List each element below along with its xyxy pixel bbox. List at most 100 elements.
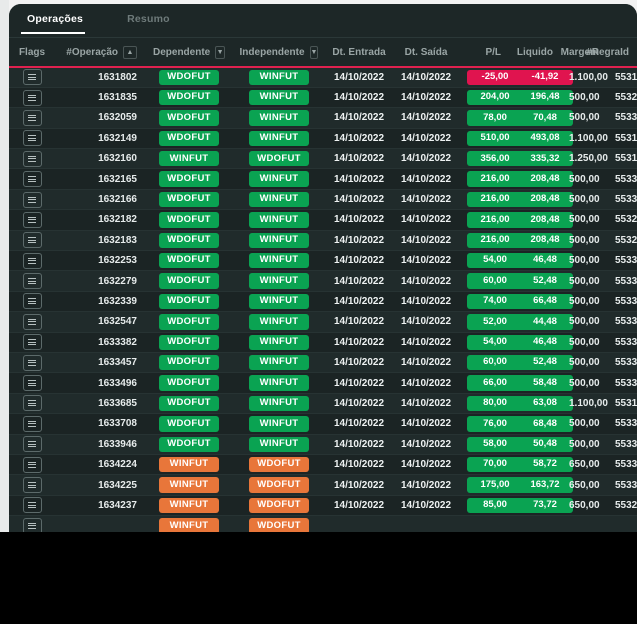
- row-menu-icon[interactable]: [22, 354, 42, 371]
- tab-resumo[interactable]: Resumo: [121, 4, 184, 33]
- sort-ascending-icon[interactable]: ▲: [123, 45, 137, 59]
- col-header-dt-saida[interactable]: Dt. Saída: [393, 38, 459, 68]
- col-header-dt-entrada[interactable]: Dt. Entrada: [325, 38, 393, 68]
- col-header-independente[interactable]: Independente ▼: [233, 38, 325, 68]
- col-header-operacao[interactable]: #Operação ▲: [55, 38, 145, 68]
- cell-operacao: 1632165: [55, 168, 145, 190]
- row-menu-icon[interactable]: [22, 517, 42, 532]
- chevron-down-icon[interactable]: ▼: [215, 45, 225, 59]
- table-row[interactable]: 1633685 WDOFUT WINFUT 14/10/2022 14/10/2022 8…: [9, 393, 637, 415]
- cell-independente: WDOFUT: [233, 515, 325, 532]
- cell-dt-saida: 14/10/2022: [393, 168, 459, 190]
- cell-dt-saida: 14/10/2022: [393, 148, 459, 170]
- table-row[interactable]: 1632059 WDOFUT WINFUT 14/10/2022 14/10/2022 7…: [9, 107, 637, 129]
- cell-pl: 510,00: [459, 128, 523, 150]
- row-menu-icon[interactable]: [22, 109, 42, 126]
- cell-independente: WINFUT: [233, 413, 325, 435]
- tab-resumo-label: Resumo: [127, 13, 170, 25]
- row-menu-icon[interactable]: [22, 293, 42, 310]
- cell-dt-entrada: 14/10/2022: [325, 107, 393, 129]
- badge-independente: WINFUT: [249, 273, 309, 289]
- tab-operacoes[interactable]: Operações: [21, 4, 97, 34]
- cell-dt-saida: 14/10/2022: [393, 495, 459, 517]
- badge-independente: WINFUT: [249, 130, 309, 147]
- row-menu-icon[interactable]: [22, 232, 42, 249]
- pill-pl: 216,00: [467, 171, 523, 187]
- table-row[interactable]: 1632149 WDOFUT WINFUT 14/10/2022 14/10/2022 5…: [9, 128, 637, 150]
- table-row[interactable]: 1633457 WDOFUT WINFUT 14/10/2022 14/10/2022 6…: [9, 352, 637, 374]
- row-menu-icon[interactable]: [22, 273, 42, 290]
- row-menu-icon[interactable]: [22, 89, 42, 106]
- table-row[interactable]: WINFUT WDOFUT: [9, 515, 637, 532]
- table-row[interactable]: 1632547 WDOFUT WINFUT 14/10/2022 14/10/2022 5…: [9, 311, 637, 333]
- table-row[interactable]: 1632160 WINFUT WDOFUT 14/10/2022 14/10/2022 3…: [9, 148, 637, 170]
- row-menu-icon[interactable]: [22, 191, 42, 208]
- table-row[interactable]: 1632165 WDOFUT WINFUT 14/10/2022 14/10/2022 2…: [9, 168, 637, 190]
- row-menu-icon[interactable]: [22, 456, 42, 473]
- row-flags-cell: [9, 291, 55, 313]
- cell-independente: WDOFUT: [233, 454, 325, 476]
- cell-pl: 74,00: [459, 291, 523, 313]
- row-menu-icon[interactable]: [22, 171, 42, 188]
- col-label-independente: Independente: [239, 46, 305, 58]
- table-row[interactable]: 1633946 WDOFUT WINFUT 14/10/2022 14/10/2022 5…: [9, 434, 637, 455]
- cell-dt-saida: 14/10/2022: [393, 291, 459, 313]
- row-menu-icon[interactable]: [22, 415, 42, 432]
- cell-regraid: 5533: [607, 474, 637, 496]
- row-menu-icon[interactable]: [22, 252, 42, 269]
- table-row[interactable]: 1632166 WDOFUT WINFUT 14/10/2022 14/10/2022 2…: [9, 189, 637, 211]
- table-row[interactable]: 1632279 WDOFUT WINFUT 14/10/2022 14/10/2022 6…: [9, 270, 637, 292]
- row-menu-icon[interactable]: [22, 395, 42, 412]
- col-header-dependente[interactable]: Dependente ▼: [145, 38, 233, 68]
- badge-dependente: WDOFUT: [159, 395, 219, 412]
- chevron-down-icon[interactable]: ▼: [309, 45, 319, 59]
- cell-dependente: WDOFUT: [145, 372, 233, 394]
- row-menu-icon[interactable]: [22, 69, 42, 86]
- table-row[interactable]: 1632339 WDOFUT WINFUT 14/10/2022 14/10/2022 7…: [9, 291, 637, 313]
- viewport-bottom-mask: [0, 532, 637, 624]
- table-row[interactable]: 1633382 WDOFUT WINFUT 14/10/2022 14/10/2022 5…: [9, 332, 637, 353]
- cell-liquido: [509, 515, 561, 532]
- row-flags-cell: [9, 148, 55, 170]
- row-menu-icon[interactable]: [22, 211, 42, 228]
- cell-liquido: 208,48: [509, 189, 573, 211]
- badge-dependente: WDOFUT: [159, 130, 219, 147]
- row-menu-icon[interactable]: [22, 313, 42, 330]
- cell-dt-saida: 14/10/2022: [393, 434, 459, 455]
- badge-dependente: WINFUT: [159, 456, 219, 473]
- table-row[interactable]: 1631802 WDOFUT WINFUT 14/10/2022 14/10/2022-…: [9, 67, 637, 88]
- cell-independente: WINFUT: [233, 67, 325, 88]
- cell-dependente: WINFUT: [145, 148, 233, 170]
- table-row[interactable]: 1632182 WDOFUT WINFUT 14/10/2022 14/10/2022 2…: [9, 209, 637, 231]
- col-header-flags[interactable]: Flags: [9, 38, 55, 68]
- badge-independente: WINFUT: [249, 334, 309, 350]
- table-row[interactable]: 1634225 WINFUT WDOFUT 14/10/2022 14/10/2022 1…: [9, 474, 637, 496]
- col-header-liquido[interactable]: Liquido: [509, 38, 561, 68]
- row-menu-icon[interactable]: [22, 375, 42, 392]
- row-menu-icon[interactable]: [22, 477, 42, 493]
- row-menu-icon[interactable]: [22, 130, 42, 147]
- table-row[interactable]: 1632183 WDOFUT WINFUT 14/10/2022 14/10/2022 2…: [9, 230, 637, 252]
- cell-dt-entrada: 14/10/2022: [325, 168, 393, 190]
- row-menu-icon[interactable]: [22, 497, 42, 514]
- row-menu-icon[interactable]: [22, 334, 42, 351]
- col-header-regraid[interactable]: #RegraId: [586, 38, 637, 68]
- pill-pl: 58,00: [467, 436, 523, 452]
- pill-pl: 204,00: [467, 89, 523, 106]
- table-row[interactable]: 1634224 WINFUT WDOFUT 14/10/2022 14/10/2022 7…: [9, 454, 637, 476]
- cell-independente: WINFUT: [233, 230, 325, 252]
- cell-regraid: 5531: [607, 393, 637, 415]
- pill-liquido: 208,48: [517, 232, 573, 249]
- table-row[interactable]: 1633708 WDOFUT WINFUT 14/10/2022 14/10/2022 7…: [9, 413, 637, 435]
- cell-dt-entrada: 14/10/2022: [325, 128, 393, 150]
- cell-liquido: 66,48: [509, 291, 573, 313]
- table-row[interactable]: 1632253 WDOFUT WINFUT 14/10/2022 14/10/2022 5…: [9, 250, 637, 272]
- table-row[interactable]: 1633496 WDOFUT WINFUT 14/10/2022 14/10/2022 6…: [9, 372, 637, 394]
- table-row[interactable]: 1634237 WINFUT WDOFUT 14/10/2022 14/10/2022 8…: [9, 495, 637, 517]
- row-menu-icon[interactable]: [22, 150, 42, 167]
- table-row[interactable]: 1631835 WDOFUT WINFUT 14/10/2022 14/10/2022 2…: [9, 87, 637, 109]
- col-header-pl[interactable]: P/L: [459, 38, 509, 68]
- operations-table-scroll[interactable]: Flags #Operação ▲ Dependente ▼ Independe…: [9, 38, 637, 532]
- badge-independente: WINFUT: [249, 191, 309, 208]
- row-menu-icon[interactable]: [22, 436, 42, 453]
